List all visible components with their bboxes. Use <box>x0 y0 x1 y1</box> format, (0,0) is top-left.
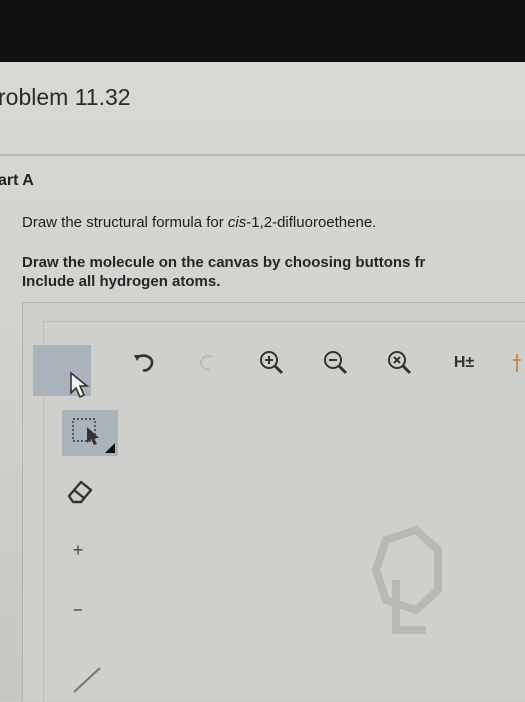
arrow-select-icon[interactable] <box>66 370 94 400</box>
eraser-icon[interactable] <box>64 476 96 506</box>
plus-charge-icon[interactable]: + <box>68 540 88 560</box>
redo-icon[interactable] <box>193 350 219 376</box>
zoom-out-icon[interactable] <box>322 349 350 377</box>
part-title: art A <box>0 172 34 189</box>
hydrogen-label: H± <box>453 354 475 371</box>
instruction-text: Draw the structural formula for cis-1,2-… <box>22 214 376 231</box>
instruction-line-2: Include all hydrogen atoms. <box>22 273 221 290</box>
instruction-prefix: Draw the structural formula for <box>22 214 228 231</box>
divider <box>0 154 525 156</box>
zoom-in-icon[interactable] <box>258 349 286 377</box>
instruction-line-1: Draw the molecule on the canvas by choos… <box>22 254 426 271</box>
instruction-suffix: -1,2-difluoroethene. <box>246 214 377 231</box>
browser-top-bar <box>0 0 525 62</box>
marquee-select-icon[interactable] <box>62 410 118 456</box>
instruction-italic: cis <box>227 214 247 231</box>
editor-frame <box>43 321 525 702</box>
zoom-reset-icon[interactable] <box>386 349 414 377</box>
bond-icon[interactable] <box>70 660 106 696</box>
minus-charge-icon[interactable] <box>68 600 88 620</box>
undo-icon[interactable] <box>130 350 160 376</box>
hydrogen-toggle[interactable]: H± <box>448 351 480 375</box>
more-icon[interactable] <box>510 352 524 374</box>
instruction-canvas-text: Draw the molecule on the canvas by choos… <box>22 253 425 291</box>
ring-template-watermark <box>356 520 446 645</box>
problem-title: roblem 11.32 <box>0 84 131 110</box>
